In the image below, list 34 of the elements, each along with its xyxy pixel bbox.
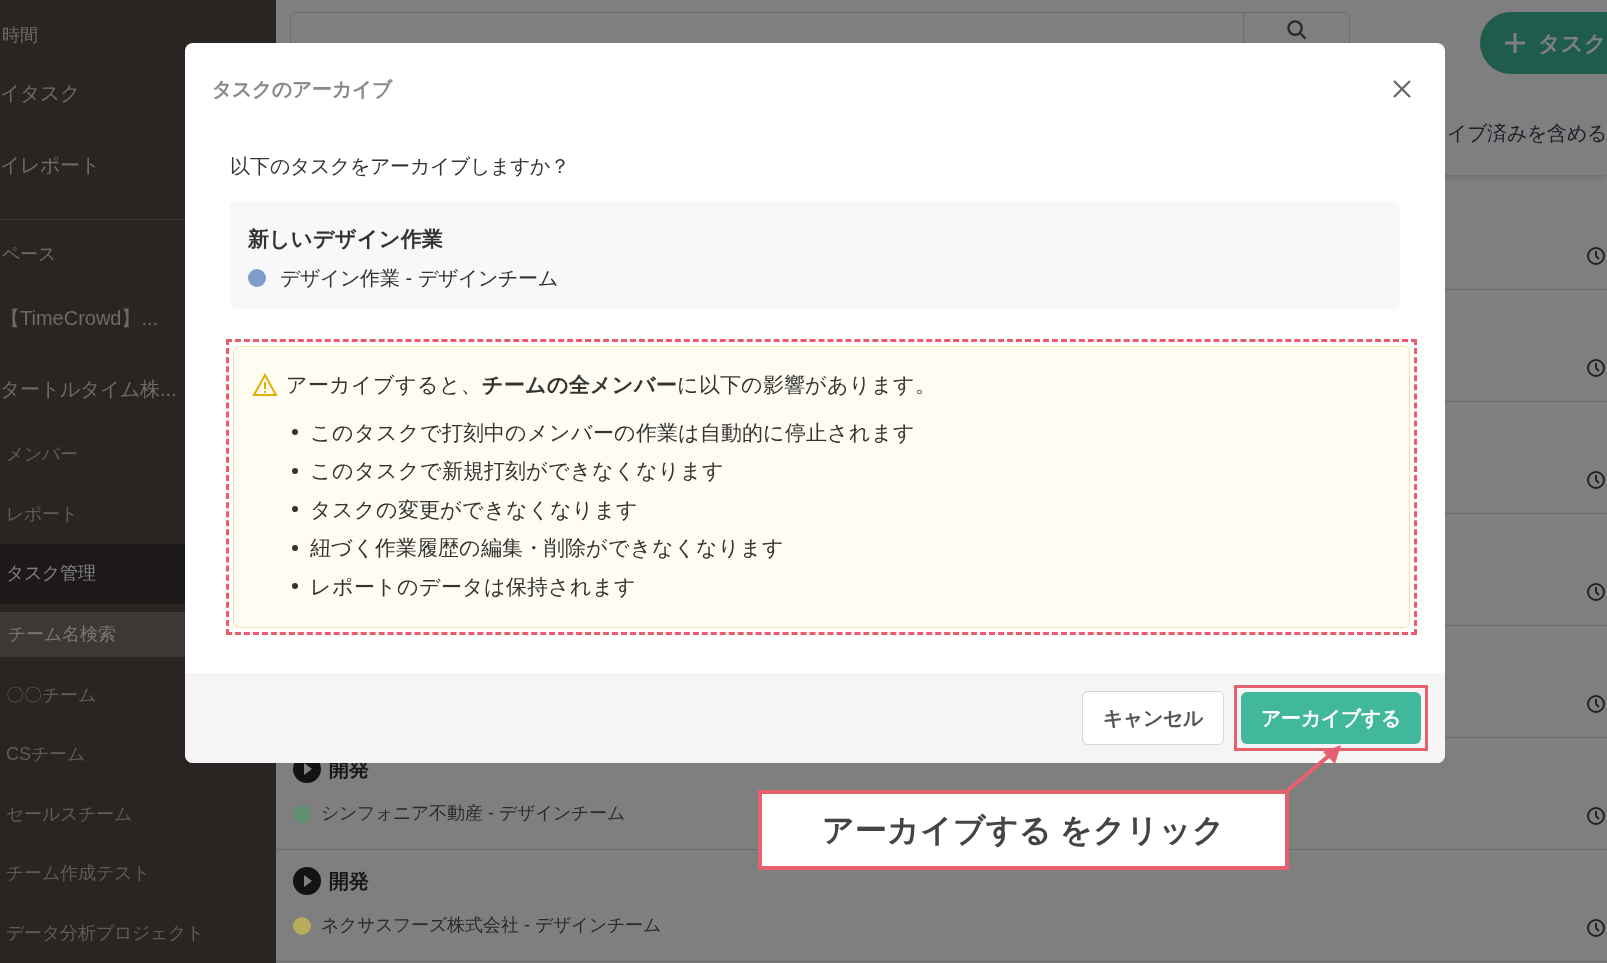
cancel-button[interactable]: キャンセル <box>1082 691 1224 745</box>
question-text: 以下のタスクをアーカイブしますか？ <box>230 154 571 179</box>
task-title: 開発 <box>329 869 369 894</box>
clock-icon[interactable] <box>1586 358 1606 378</box>
bullet-icon <box>292 467 298 474</box>
close-icon[interactable] <box>1393 80 1411 98</box>
task-project: ネクサスフーズ株式会社 - デザインチーム <box>321 914 661 937</box>
clock-icon[interactable] <box>1586 470 1606 490</box>
task-project: デザイン作業 - デザインチーム <box>280 265 558 291</box>
clock-icon[interactable] <box>1586 918 1606 938</box>
clock-icon[interactable] <box>1586 582 1606 602</box>
search-icon <box>1286 20 1307 40</box>
sidebar-section: 時間 <box>0 14 276 58</box>
bullet-icon <box>292 544 298 551</box>
warning-text: アーカイブすると、チームの全メンバーに以下の影響があります。 <box>286 372 936 398</box>
include-archived-label[interactable]: イブ済みを含める <box>1447 118 1607 148</box>
clock-icon[interactable] <box>1586 246 1606 266</box>
warning-icon <box>252 372 278 397</box>
callout-text: アーカイブする をクリック <box>821 811 1226 850</box>
archive-button[interactable]: アーカイブする <box>1241 692 1421 744</box>
add-task-button[interactable]: タスク <box>1480 12 1607 74</box>
effect-text: 紐づく作業履歴の編集・削除ができなくなります <box>310 535 784 561</box>
plus-icon <box>1504 32 1526 54</box>
bullet-icon <box>292 583 298 590</box>
dialog-title: タスクのアーカイブ <box>212 77 392 102</box>
effect-text: このタスクで打刻中のメンバーの作業は自動的に停止されます <box>310 419 915 446</box>
bullet-icon <box>292 506 298 513</box>
clock-icon[interactable] <box>1586 694 1606 714</box>
effect-text: レポートのデータは保持されます <box>310 573 636 600</box>
task-project: シンフォニア不動産 - デザインチーム <box>321 802 625 825</box>
clock-icon[interactable] <box>1586 806 1606 826</box>
effect-text: タスクの変更ができなくなります <box>310 496 638 523</box>
bullet-icon <box>292 429 298 436</box>
effect-text: このタスクで新規打刻ができなくなります <box>310 458 724 484</box>
